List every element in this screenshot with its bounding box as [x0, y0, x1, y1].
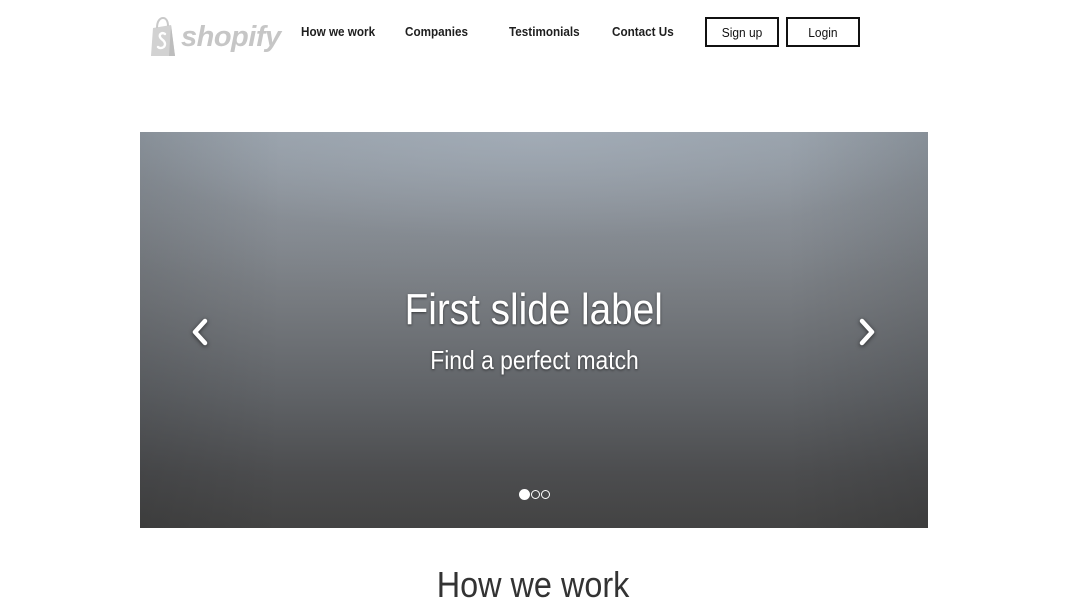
slide-caption: First slide label Find a perfect match [140, 282, 928, 376]
brand-logo[interactable]: shopify [149, 14, 281, 60]
how-we-work-heading-text: How we work [437, 564, 630, 600]
navbar: shopify How we work Companies Testimonia… [0, 0, 1067, 64]
carousel-indicator-3[interactable] [541, 489, 550, 499]
nav-link-how-we-work[interactable]: How we work [301, 24, 375, 40]
sign-up-label: Sign up [721, 24, 763, 40]
chevron-right-icon [859, 318, 875, 346]
login-button[interactable]: Login [786, 17, 860, 47]
nav-link-contact-us[interactable]: Contact Us [612, 24, 674, 40]
brand-name: shopify [181, 20, 281, 53]
carousel-indicators [519, 488, 550, 500]
login-label: Login [808, 24, 838, 40]
how-we-work-heading: How we work [0, 562, 1067, 600]
nav-link-testimonials[interactable]: Testimonials [509, 24, 580, 40]
page: shopify How we work Companies Testimonia… [0, 0, 1067, 600]
nav-link-companies[interactable]: Companies [405, 24, 468, 40]
slide-title: First slide label [404, 285, 664, 334]
hero-carousel: First slide label Find a perfect match [140, 132, 928, 528]
carousel-indicator-2[interactable] [531, 489, 540, 499]
carousel-indicator-1[interactable] [519, 488, 530, 500]
slide-subtitle: Find a perfect match [429, 345, 639, 375]
shopping-bag-icon [151, 16, 175, 56]
carousel-next-button[interactable] [847, 312, 887, 352]
sign-up-button[interactable]: Sign up [705, 17, 779, 47]
